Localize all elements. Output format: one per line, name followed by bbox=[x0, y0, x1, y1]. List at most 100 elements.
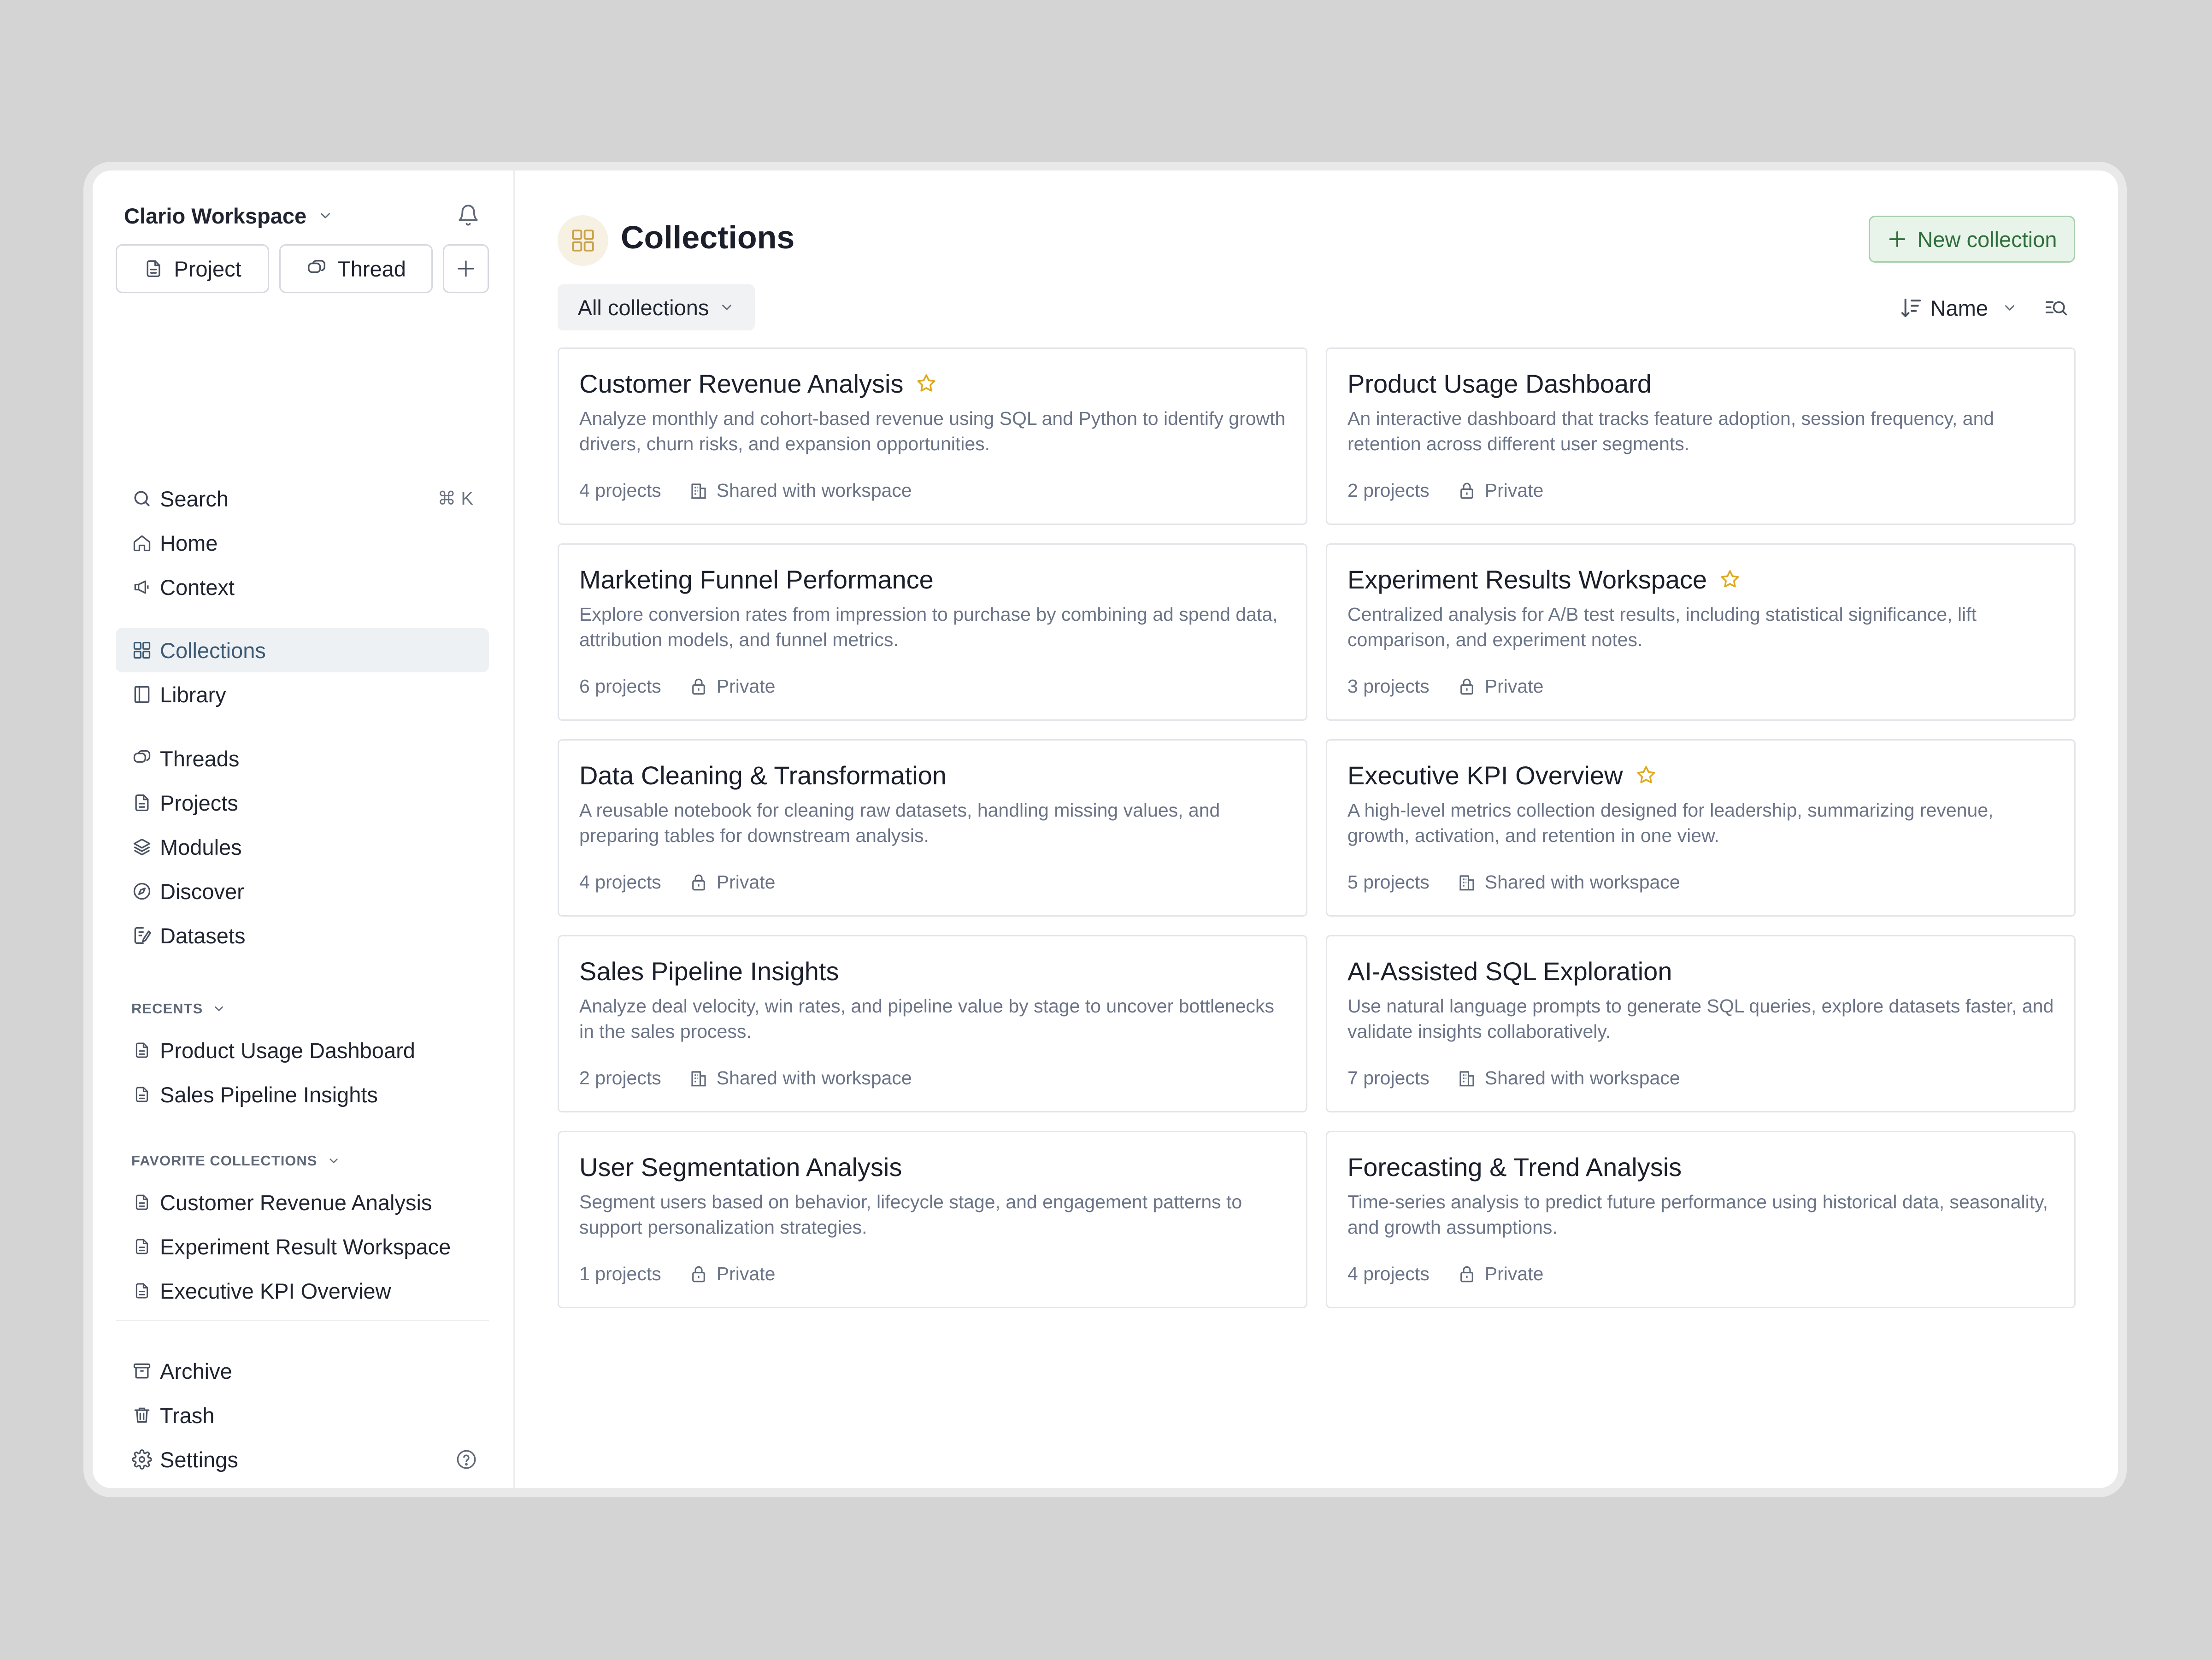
sidebar-item-label: Home bbox=[160, 530, 218, 555]
sidebar-item-trash[interactable]: Trash bbox=[116, 1393, 489, 1437]
collection-card[interactable]: Customer Revenue Analysis Analyze monthl… bbox=[558, 347, 1307, 525]
sidebar-item-label: Collections bbox=[160, 638, 266, 663]
sidebar-item-archive[interactable]: Archive bbox=[116, 1349, 489, 1393]
sort-dropdown[interactable]: Name bbox=[1898, 289, 2018, 326]
visibility: Private bbox=[689, 676, 775, 697]
new-project-button[interactable]: Project bbox=[116, 244, 269, 293]
document-icon bbox=[131, 792, 153, 813]
visibility-label: Shared with workspace bbox=[1484, 1067, 1680, 1088]
plus-icon bbox=[1887, 229, 1908, 250]
grid-icon bbox=[131, 640, 153, 661]
lock-icon bbox=[689, 1265, 708, 1284]
card-header: Executive KPI Overview bbox=[1347, 759, 2054, 791]
sidebar-item-library[interactable]: Library bbox=[116, 672, 489, 717]
collection-description: A high-level metrics collection designed… bbox=[1347, 800, 1994, 846]
lock-icon bbox=[1457, 677, 1477, 696]
search-list-icon[interactable] bbox=[2043, 296, 2068, 321]
visibility: Shared with workspace bbox=[689, 1067, 912, 1089]
document-icon bbox=[131, 1040, 153, 1061]
collection-description: Use natural language prompts to generate… bbox=[1347, 995, 2054, 1042]
recent-item[interactable]: Sales Pipeline Insights bbox=[116, 1072, 489, 1117]
document-icon bbox=[131, 1236, 153, 1257]
visibility: Private bbox=[689, 1263, 775, 1285]
new-thread-button[interactable]: Thread bbox=[279, 244, 433, 293]
card-header: Data Cleaning & Transformation bbox=[579, 759, 1286, 791]
sidebar-item-search[interactable]: Search ⌘ K bbox=[116, 477, 489, 521]
collection-card[interactable]: Sales Pipeline Insights Analyze deal vel… bbox=[558, 935, 1307, 1112]
chevron-down-icon bbox=[719, 300, 735, 315]
sidebar-item-context[interactable]: Context bbox=[116, 565, 489, 609]
collection-meta: 1 projects Private bbox=[579, 1263, 775, 1285]
collection-description: Explore conversion rates from impression… bbox=[579, 604, 1278, 650]
sidebar-item-threads[interactable]: Threads bbox=[116, 736, 489, 781]
favorite-item[interactable]: Executive KPI Overview bbox=[116, 1269, 489, 1313]
collection-title: Customer Revenue Analysis bbox=[579, 369, 904, 398]
collection-filter-dropdown[interactable]: All collections bbox=[558, 284, 755, 330]
workspace-switcher[interactable]: Clario Workspace bbox=[124, 197, 488, 234]
collection-card[interactable]: Marketing Funnel Performance Explore con… bbox=[558, 543, 1307, 721]
sidebar-item-modules[interactable]: Modules bbox=[116, 825, 489, 869]
star-icon[interactable] bbox=[1719, 568, 1741, 590]
keyboard-shortcut: ⌘ K bbox=[437, 488, 473, 509]
building-icon bbox=[1457, 1069, 1477, 1088]
collection-meta: 3 projects Private bbox=[1347, 676, 1543, 697]
building-icon bbox=[689, 1069, 708, 1088]
collection-title: Marketing Funnel Performance bbox=[579, 565, 934, 594]
collection-description: Segment users based on behavior, lifecyc… bbox=[579, 1191, 1242, 1238]
plus-icon bbox=[455, 258, 477, 280]
sidebar-item-label: Modules bbox=[160, 835, 242, 859]
card-header: Forecasting & Trend Analysis bbox=[1347, 1151, 2054, 1183]
sidebar-item-label: Settings bbox=[160, 1447, 238, 1472]
sidebar-item-discover[interactable]: Discover bbox=[116, 869, 489, 913]
collection-card[interactable]: Executive KPI Overview A high-level metr… bbox=[1326, 739, 2076, 917]
visibility-label: Shared with workspace bbox=[716, 1067, 912, 1088]
collection-card[interactable]: Product Usage Dashboard An interactive d… bbox=[1326, 347, 2076, 525]
star-icon[interactable] bbox=[1635, 764, 1657, 786]
collection-card[interactable]: Data Cleaning & Transformation A reusabl… bbox=[558, 739, 1307, 917]
visibility: Private bbox=[1457, 1263, 1544, 1285]
collection-card[interactable]: AI-Assisted SQL Exploration Use natural … bbox=[1326, 935, 2076, 1112]
quick-actions: Project Thread bbox=[116, 244, 489, 293]
bell-icon[interactable] bbox=[457, 204, 480, 227]
sidebar-item-home[interactable]: Home bbox=[116, 521, 489, 565]
lock-icon bbox=[689, 677, 708, 696]
project-count: 4 projects bbox=[579, 871, 661, 893]
project-count: 5 projects bbox=[1347, 871, 1430, 893]
sidebar-item-collections[interactable]: Collections bbox=[116, 628, 489, 672]
project-count: 4 projects bbox=[1347, 1263, 1430, 1284]
collection-meta: 6 projects Private bbox=[579, 676, 775, 697]
lock-icon bbox=[1457, 1265, 1477, 1284]
sidebar-item-label: Context bbox=[160, 575, 235, 600]
collection-card[interactable]: User Segmentation Analysis Segment users… bbox=[558, 1131, 1307, 1308]
megaphone-icon bbox=[131, 577, 153, 598]
star-icon[interactable] bbox=[915, 372, 937, 394]
add-button[interactable] bbox=[443, 244, 489, 293]
recent-item[interactable]: Product Usage Dashboard bbox=[116, 1028, 489, 1072]
favorite-item[interactable]: Customer Revenue Analysis bbox=[116, 1180, 489, 1224]
collection-meta: 7 projects Shared with workspace bbox=[1347, 1067, 1680, 1089]
collection-title: AI-Assisted SQL Exploration bbox=[1347, 956, 1672, 986]
collection-card[interactable]: Forecasting & Trend Analysis Time-series… bbox=[1326, 1131, 2076, 1308]
sidebar-item-label: Datasets bbox=[160, 923, 246, 948]
collection-meta: 2 projects Shared with workspace bbox=[579, 1067, 912, 1089]
sidebar-item-settings[interactable]: Settings bbox=[116, 1437, 489, 1482]
visibility-label: Private bbox=[1484, 1263, 1544, 1284]
chat-bubbles-icon bbox=[131, 748, 153, 769]
sidebar-item-projects[interactable]: Projects bbox=[116, 781, 489, 825]
app-window: Clario Workspace Project Thread Search ⌘… bbox=[93, 171, 2118, 1488]
help-icon[interactable] bbox=[455, 1448, 478, 1471]
collection-card[interactable]: Experiment Results Workspace Centralized… bbox=[1326, 543, 2076, 721]
visibility: Private bbox=[689, 871, 775, 893]
collection-description: Centralized analysis for A/B test result… bbox=[1347, 604, 1977, 650]
collection-title: Product Usage Dashboard bbox=[1347, 369, 1652, 398]
collection-meta: 2 projects Private bbox=[1347, 480, 1543, 501]
new-collection-label: New collection bbox=[1917, 227, 2057, 252]
visibility: Shared with workspace bbox=[1457, 1067, 1680, 1089]
favorite-item[interactable]: Experiment Result Workspace bbox=[116, 1224, 489, 1269]
new-collection-button[interactable]: New collection bbox=[1869, 216, 2075, 263]
collection-title: Executive KPI Overview bbox=[1347, 760, 1623, 790]
card-header: User Segmentation Analysis bbox=[579, 1151, 1286, 1183]
sidebar-item-datasets[interactable]: Datasets bbox=[116, 913, 489, 958]
recents-section-toggle[interactable]: RECENTS bbox=[131, 995, 226, 1023]
favorites-section-toggle[interactable]: FAVORITE COLLECTIONS bbox=[131, 1147, 341, 1175]
